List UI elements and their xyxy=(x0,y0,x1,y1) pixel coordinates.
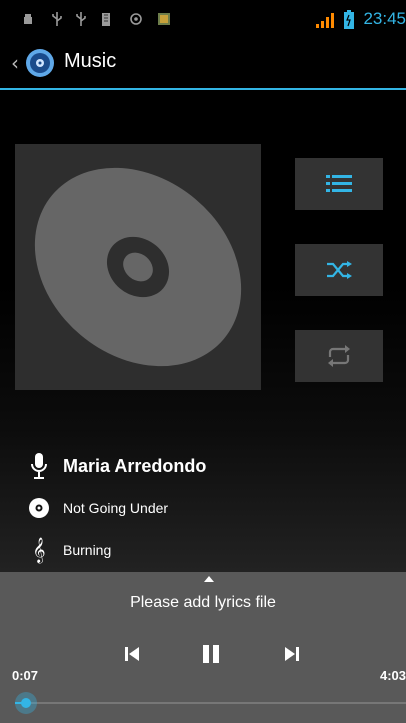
playback-panel: Please add lyrics file 0:07 4:03 xyxy=(0,572,406,723)
shuffle-button[interactable] xyxy=(295,244,383,296)
pause-icon xyxy=(203,645,219,663)
expand-lyrics-icon[interactable] xyxy=(204,576,214,582)
music-disc-icon[interactable] xyxy=(25,48,55,78)
shuffle-icon xyxy=(327,261,352,279)
pause-button[interactable] xyxy=(198,642,224,666)
song-row: 𝄞 Burning xyxy=(24,535,111,565)
microphone-icon xyxy=(24,451,54,481)
usb-icon xyxy=(76,12,86,26)
back-caret-icon[interactable]: ‹ xyxy=(11,51,19,75)
song-title: Burning xyxy=(63,542,112,558)
disc-placeholder-icon xyxy=(34,167,242,367)
action-bar: ‹ Music xyxy=(0,38,406,90)
seek-bar-track[interactable] xyxy=(15,702,406,704)
elapsed-time: 0:07 xyxy=(12,668,39,683)
album-row: Not Going Under xyxy=(24,493,168,523)
now-playing-list-icon xyxy=(326,175,352,192)
total-time: 4:03 xyxy=(379,668,406,683)
seek-bar-thumb[interactable] xyxy=(15,692,38,714)
repeat-button[interactable] xyxy=(295,330,383,382)
artist-name: Maria Arredondo xyxy=(63,455,207,476)
signal-icon xyxy=(316,13,334,28)
page-title: Music xyxy=(64,50,117,72)
album-art xyxy=(15,144,261,390)
status-time: 23:45 xyxy=(363,9,406,28)
treble-clef-icon: 𝄞 xyxy=(32,537,46,563)
album-disc-icon xyxy=(24,493,54,523)
photo-icon xyxy=(158,13,170,25)
battery-icon xyxy=(344,10,354,29)
previous-button[interactable] xyxy=(119,642,145,666)
skip-previous-icon xyxy=(125,647,139,661)
now-playing-list-button[interactable] xyxy=(295,158,383,210)
artist-row: Maria Arredondo xyxy=(24,451,206,481)
repeat-icon xyxy=(328,345,350,367)
status-bar: 23:45 xyxy=(0,0,406,38)
usb-icon xyxy=(52,12,62,26)
next-button[interactable] xyxy=(279,642,305,666)
main-area: Maria Arredondo Not Going Under 𝄞 Burnin… xyxy=(0,92,406,572)
settings-icon xyxy=(130,13,142,25)
skip-next-icon xyxy=(285,647,299,661)
lyrics-message[interactable]: Please add lyrics file xyxy=(0,594,406,612)
album-name: Not Going Under xyxy=(63,500,169,516)
android-debug-icon xyxy=(24,14,32,24)
sd-card-icon xyxy=(102,13,110,26)
